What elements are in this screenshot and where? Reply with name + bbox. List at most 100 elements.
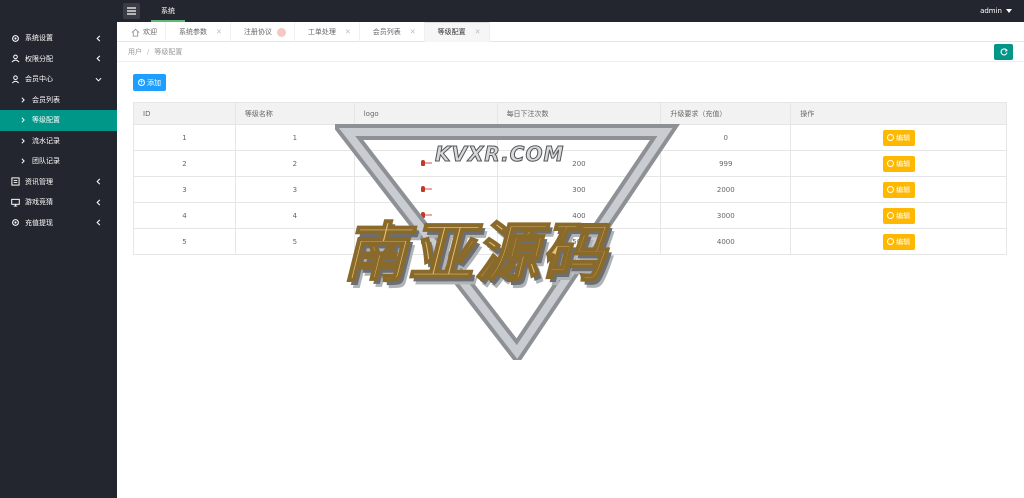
tab-ticket-processing[interactable]: 工单处理 ✕ (295, 22, 360, 42)
tab-bar: 欢迎 系统参数 ✕ 注册协议 工单处理 ✕ 会员列表 ✕ 等级配置 ✕ (117, 22, 1024, 42)
table-row: 5 5 500 4000 编辑 (133, 228, 1007, 255)
edit-button-label: 编辑 (896, 211, 911, 220)
close-icon[interactable]: ✕ (216, 28, 222, 36)
col-header-daily-bets: 每日下注次数 (496, 102, 662, 125)
tab-system-params[interactable]: 系统参数 ✕ (166, 22, 231, 42)
cell-upgrade-requirement: 4000 (660, 228, 792, 255)
sidebar-item-permissions[interactable]: 权限分配 (0, 49, 117, 70)
table-row: 2 2 200 999 编辑 (133, 150, 1007, 177)
col-header-logo: logo (353, 102, 498, 125)
add-button[interactable]: + 添加 (133, 74, 166, 91)
cell-id: 2 (133, 150, 236, 177)
refresh-button[interactable] (994, 44, 1013, 60)
cell-upgrade-requirement: 2000 (660, 176, 792, 203)
chevron-right-icon (19, 137, 27, 145)
sidebar-item-label: 系统设置 (25, 34, 53, 43)
cell-id: 4 (133, 202, 236, 229)
level-logo-image (420, 133, 432, 141)
sidebar-subitem-flow-records[interactable]: 流水记录 (0, 131, 117, 152)
tab-label: 等级配置 (437, 28, 466, 36)
smile-icon (887, 160, 895, 167)
cell-id: 5 (133, 228, 236, 255)
menu-toggle-button[interactable] (123, 3, 140, 19)
breadcrumb-parent[interactable]: 用户 (128, 48, 142, 56)
cell-actions: 编辑 (790, 202, 1007, 229)
table-row: 4 4 400 3000 编辑 (133, 202, 1007, 229)
edit-button[interactable]: 编辑 (882, 233, 915, 250)
edit-button[interactable]: 编辑 (882, 155, 915, 172)
sidebar: 系统设置 权限分配 会员中心 会员列表 等级配置 流水记录 团队记录 资讯管理 … (0, 0, 117, 498)
tab-label: 系统参数 (179, 28, 207, 36)
chevron-right-icon (19, 157, 27, 165)
cell-upgrade-requirement: 0 (660, 124, 792, 151)
sidebar-item-news-management[interactable]: 资讯管理 (0, 172, 117, 193)
sidebar-item-label: 权限分配 (25, 54, 53, 63)
cell-level-name: 5 (234, 228, 355, 255)
cell-actions: 编辑 (790, 124, 1007, 151)
chevron-left-icon (93, 54, 103, 64)
tab-label: 欢迎 (143, 28, 157, 36)
sidebar-item-member-center[interactable]: 会员中心 (0, 69, 117, 90)
level-logo-image (420, 237, 432, 245)
tab-registration-agreement[interactable]: 注册协议 (231, 22, 295, 42)
chevron-left-icon (93, 177, 103, 187)
gear-icon (10, 218, 20, 228)
tab-member-list[interactable]: 会员列表 ✕ (360, 22, 425, 42)
cell-id: 1 (133, 124, 236, 151)
tab-welcome[interactable]: 欢迎 (117, 22, 166, 42)
edit-button[interactable]: 编辑 (882, 129, 915, 146)
refresh-icon (1000, 48, 1008, 56)
close-icon[interactable] (276, 27, 286, 37)
tab-label: 会员列表 (372, 28, 401, 36)
sidebar-subitem-label: 等级配置 (32, 116, 60, 125)
sidebar-item-label: 资讯管理 (25, 177, 53, 186)
list-icon (10, 177, 20, 187)
sidebar-subitem-team-records[interactable]: 团队记录 (0, 151, 117, 172)
edit-button[interactable]: 编辑 (882, 181, 915, 198)
cell-daily-bets: 300 (496, 176, 662, 203)
sidebar-item-game-betting[interactable]: 游戏竞猜 (0, 192, 117, 213)
chevron-left-icon (93, 197, 103, 207)
cell-level-name: 1 (234, 124, 355, 151)
top-header: 系统 admin (117, 0, 1024, 22)
cell-level-name: 2 (234, 150, 355, 177)
cell-upgrade-requirement: 999 (660, 150, 792, 177)
tab-level-config[interactable]: 等级配置 ✕ (424, 22, 490, 42)
cell-logo (353, 176, 498, 203)
level-table: ID 等级名称 logo 每日下注次数 升级要求（充值） 操作 1 1 100 … (133, 102, 1007, 255)
sidebar-subitem-level-config[interactable]: 等级配置 (0, 110, 117, 131)
breadcrumb-bar: 用户 / 等级配置 (117, 42, 1024, 62)
cell-daily-bets: 100 (496, 124, 662, 151)
sidebar-item-label: 游戏竞猜 (25, 198, 53, 207)
sidebar-subitem-member-list[interactable]: 会员列表 (0, 90, 117, 111)
user-menu[interactable]: admin (980, 0, 1012, 22)
edit-button-label: 编辑 (896, 185, 911, 194)
sidebar-item-label: 会员中心 (25, 75, 53, 84)
close-icon[interactable]: ✕ (410, 28, 416, 36)
breadcrumb: 用户 / 等级配置 (128, 42, 182, 62)
plus-circle-icon: + (138, 78, 145, 86)
sidebar-item-recharge-withdraw[interactable]: 充值提现 (0, 213, 117, 234)
sidebar-item-system-settings[interactable]: 系统设置 (0, 28, 117, 49)
cell-actions: 编辑 (790, 228, 1007, 255)
smile-icon (887, 186, 895, 193)
user-icon (10, 74, 20, 84)
cell-logo (353, 202, 498, 229)
tab-label: 工单处理 (307, 28, 336, 36)
level-logo-image (420, 185, 432, 193)
cell-daily-bets: 400 (496, 202, 662, 229)
smile-icon (887, 212, 895, 219)
cell-logo (353, 150, 498, 177)
edit-button[interactable]: 编辑 (882, 207, 915, 224)
sidebar-menu: 系统设置 权限分配 会员中心 会员列表 等级配置 流水记录 团队记录 资讯管理 … (0, 0, 117, 233)
chevron-down-icon (93, 74, 103, 84)
chevron-right-icon (19, 116, 27, 124)
col-header-actions: 操作 (790, 102, 1007, 125)
table-header-row: ID 等级名称 logo 每日下注次数 升级要求（充值） 操作 (133, 102, 1007, 125)
close-icon[interactable]: ✕ (345, 28, 351, 36)
edit-button-label: 编辑 (896, 133, 911, 142)
sidebar-item-label: 充值提现 (25, 218, 53, 227)
nav-system[interactable]: 系统 (151, 0, 185, 22)
close-icon[interactable]: ✕ (475, 28, 481, 36)
cell-daily-bets: 500 (496, 228, 662, 255)
